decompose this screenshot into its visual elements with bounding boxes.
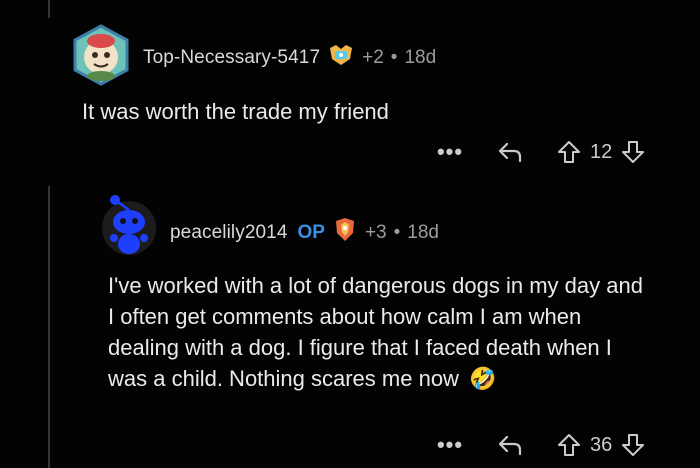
- comment-actions: ••• 36: [436, 431, 646, 459]
- comment-body: I've worked with a lot of dangerous dogs…: [108, 270, 653, 395]
- award-count: +2: [362, 46, 384, 68]
- comment-header: Top-Necessary-5417 +2 • 18d: [143, 44, 436, 71]
- comment-body: It was worth the trade my friend: [82, 99, 389, 124]
- username[interactable]: peacelily2014: [170, 222, 288, 244]
- separator-dot: •: [390, 46, 398, 68]
- award-icon: [328, 44, 354, 71]
- downvote-icon[interactable]: [620, 140, 646, 164]
- award-count: +3: [364, 221, 387, 243]
- more-options-button[interactable]: •••: [436, 432, 464, 458]
- comment-text: I've worked with a lot of dangerous dogs…: [108, 273, 643, 391]
- vote-score: 36: [590, 433, 613, 456]
- op-badge: OP: [297, 221, 325, 243]
- vote-score: 12: [590, 140, 613, 163]
- comment-age: 18d: [407, 221, 439, 243]
- separator-dot: •: [393, 221, 401, 243]
- upvote-icon[interactable]: [556, 140, 582, 164]
- username[interactable]: Top-Necessary-5417: [143, 47, 320, 69]
- downvote-icon[interactable]: [620, 433, 646, 457]
- award-icon: [333, 217, 357, 248]
- more-options-button[interactable]: •••: [436, 139, 464, 165]
- thread-line-parent: [48, 186, 50, 468]
- comment-age: 18d: [404, 46, 437, 68]
- comment-actions: ••• 12: [436, 138, 646, 166]
- comment-header: peacelily2014 OP +3 • 18d: [170, 217, 439, 248]
- thread-line-top: [48, 0, 50, 18]
- user-avatar[interactable]: [70, 24, 132, 86]
- upvote-icon[interactable]: [556, 433, 582, 457]
- reply-icon[interactable]: [496, 434, 524, 456]
- user-avatar[interactable]: [102, 194, 156, 256]
- laughing-emoji: 🤣: [469, 367, 497, 392]
- reply-icon[interactable]: [496, 141, 524, 163]
